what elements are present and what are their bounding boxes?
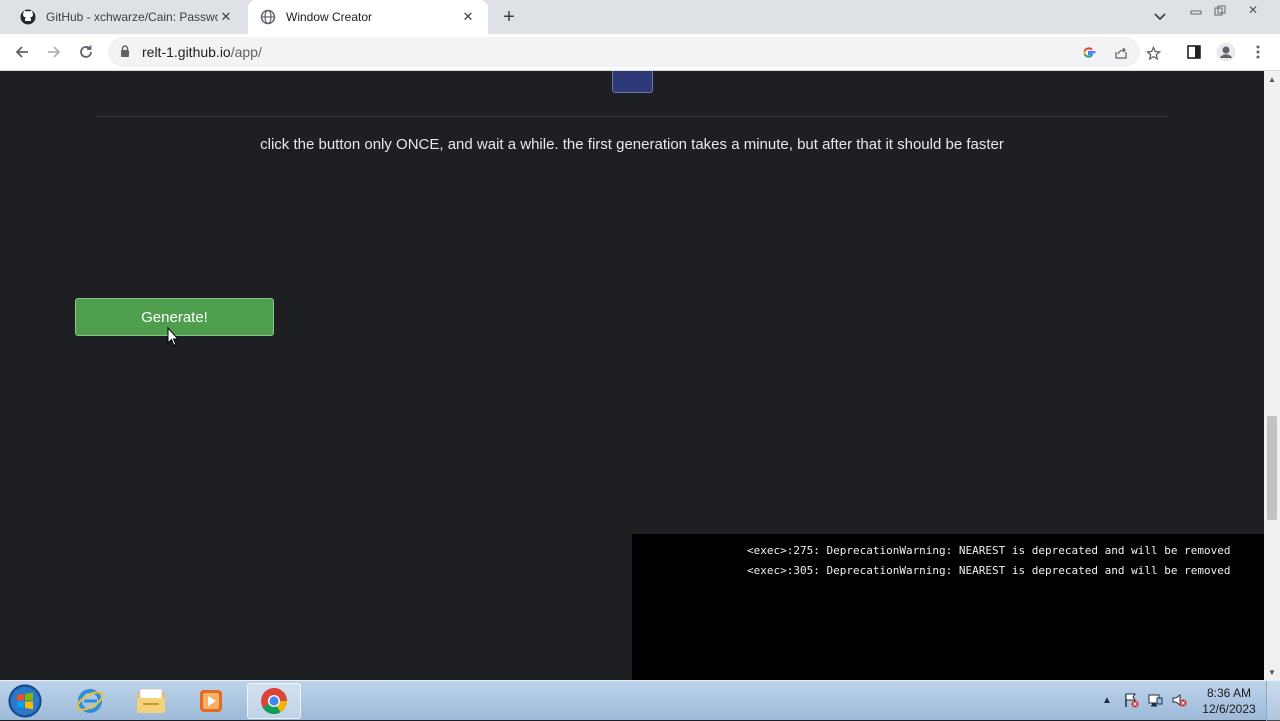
google-translate-icon[interactable] (1080, 44, 1098, 62)
divider (96, 116, 1168, 117)
tab-title: GitHub - xchwarze/Cain: Passwor (46, 10, 218, 24)
url-path: /app/ (230, 44, 262, 60)
clock-time: 8:36 AM (1206, 686, 1252, 700)
minimize-icon[interactable] (1186, 0, 1206, 20)
new-tab-button[interactable]: + (498, 6, 520, 28)
generated-window-preview (612, 71, 653, 93)
volume-muted-icon[interactable] (1170, 691, 1188, 709)
chrome-icon[interactable] (247, 683, 301, 719)
console-output: <exec>:275: DeprecationWarning: NEAREST … (632, 534, 1264, 680)
lock-icon (121, 45, 129, 57)
tab-title: Window Creator (286, 10, 373, 24)
url-host: relt-1.github.io (142, 44, 231, 60)
globe-icon (260, 9, 276, 25)
close-icon[interactable]: ✕ (218, 9, 234, 25)
console-line: <exec>:275: DeprecationWarning: NEAREST … (747, 544, 1231, 557)
restore-icon[interactable] (1210, 0, 1230, 20)
media-player-icon[interactable] (184, 683, 238, 719)
forward-arrow-icon[interactable] (42, 40, 66, 64)
file-explorer-icon[interactable] (124, 683, 178, 719)
action-center-flag-icon[interactable] (1122, 691, 1140, 709)
show-desktop-button[interactable] (1266, 681, 1280, 721)
back-arrow-icon[interactable] (10, 40, 34, 64)
tab-search-chevron-icon[interactable] (1150, 7, 1170, 27)
scroll-up-arrow-icon[interactable]: ▲ (1264, 71, 1280, 87)
menu-kebab-icon[interactable] (1248, 42, 1268, 62)
system-clock[interactable]: 8:36 AM 12/6/2023 (1196, 685, 1262, 717)
network-icon[interactable] (1146, 691, 1164, 709)
show-hidden-icons-icon[interactable]: ▲ (1098, 691, 1116, 709)
vertical-scrollbar[interactable]: ▲ ▼ (1264, 71, 1280, 680)
clock-date: 12/6/2023 (1202, 702, 1256, 716)
github-icon (20, 9, 36, 25)
start-orb[interactable] (4, 683, 46, 719)
bookmark-star-icon[interactable] (1144, 44, 1162, 62)
url-text: relt-1.github.io/app/ (142, 44, 262, 60)
close-icon[interactable]: ✕ (460, 9, 476, 25)
tab-strip: GitHub - xchwarze/Cain: Passwor ✕ Window… (0, 0, 1280, 34)
scrollbar-thumb[interactable] (1267, 416, 1277, 520)
tab-window-creator[interactable]: Window Creator ✕ (248, 0, 488, 34)
close-window-icon[interactable]: ✕ (1242, 0, 1264, 20)
browser-toolbar: relt-1.github.io/app/ (0, 34, 1280, 71)
side-panel-icon[interactable] (1184, 42, 1204, 62)
console-line: <exec>:305: DeprecationWarning: NEAREST … (747, 564, 1231, 577)
scroll-down-arrow-icon[interactable]: ▼ (1264, 664, 1280, 680)
page-content: click the button only ONCE, and wait a w… (0, 71, 1264, 680)
internet-explorer-icon[interactable] (63, 683, 117, 719)
reload-icon[interactable] (74, 40, 98, 64)
mouse-cursor-icon (167, 327, 179, 347)
share-icon[interactable] (1112, 44, 1130, 62)
tab-github[interactable]: GitHub - xchwarze/Cain: Passwor ✕ (8, 0, 246, 34)
profile-avatar-icon[interactable] (1216, 42, 1236, 62)
address-bar[interactable]: relt-1.github.io/app/ (108, 37, 1161, 67)
instructions-text: click the button only ONCE, and wait a w… (260, 136, 1004, 153)
windows-taskbar: ▲ 8:36 AM 12/6/2023 (0, 680, 1280, 721)
